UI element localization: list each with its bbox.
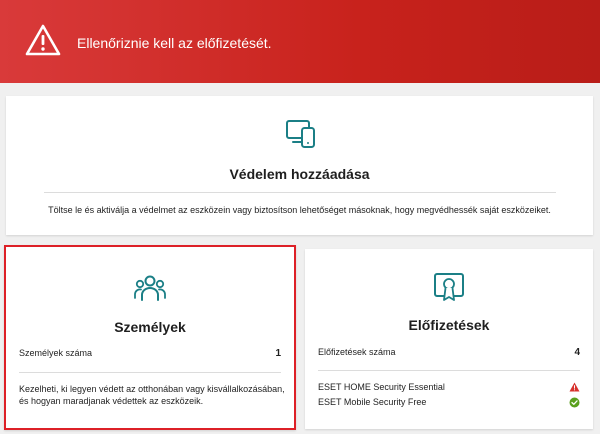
people-icon bbox=[134, 275, 166, 301]
subscriptions-count-row: Előfizetések száma 4 bbox=[318, 346, 580, 358]
subscriptions-title: Előfizetések bbox=[408, 317, 490, 333]
subscription-item[interactable]: ESET HOME Security Essential bbox=[318, 381, 580, 393]
subscription-item-name: ESET Mobile Security Free bbox=[318, 397, 427, 407]
subscriptions-card[interactable]: Előfizetések Előfizetések száma 4 ESET H… bbox=[305, 249, 593, 429]
card-divider bbox=[44, 192, 556, 193]
devices-icon bbox=[286, 120, 315, 148]
subscription-item-name: ESET HOME Security Essential bbox=[318, 382, 445, 392]
subscription-item[interactable]: ESET Mobile Security Free bbox=[318, 396, 580, 408]
people-title: Személyek bbox=[114, 319, 186, 335]
subscriptions-count-label: Előfizetések száma bbox=[318, 347, 396, 357]
people-count-row: Személyek száma 1 bbox=[19, 347, 281, 359]
subscriptions-count-value: 4 bbox=[574, 346, 580, 358]
warning-triangle-icon bbox=[25, 24, 61, 56]
banner-message: Ellenőriznie kell az előfizetését. bbox=[77, 35, 272, 51]
certificate-icon bbox=[434, 273, 464, 301]
people-card[interactable]: Személyek Személyek száma 1 Kezelheti, k… bbox=[4, 245, 296, 430]
add-protection-card[interactable]: Védelem hozzáadása Töltse le és aktiválj… bbox=[6, 96, 593, 235]
card-divider bbox=[318, 370, 580, 371]
people-description: Kezelheti, ki legyen védett az otthonába… bbox=[19, 384, 285, 406]
warning-icon bbox=[569, 382, 580, 392]
people-count-value: 1 bbox=[275, 347, 281, 359]
check-circle-icon bbox=[569, 397, 580, 407]
card-divider bbox=[19, 372, 281, 373]
add-protection-title: Védelem hozzáadása bbox=[229, 166, 370, 182]
subscription-alert-banner[interactable]: Ellenőriznie kell az előfizetését. bbox=[0, 0, 600, 83]
add-protection-description: Töltse le és aktiválja a védelmet az esz… bbox=[48, 205, 551, 215]
people-count-label: Személyek száma bbox=[19, 348, 93, 358]
